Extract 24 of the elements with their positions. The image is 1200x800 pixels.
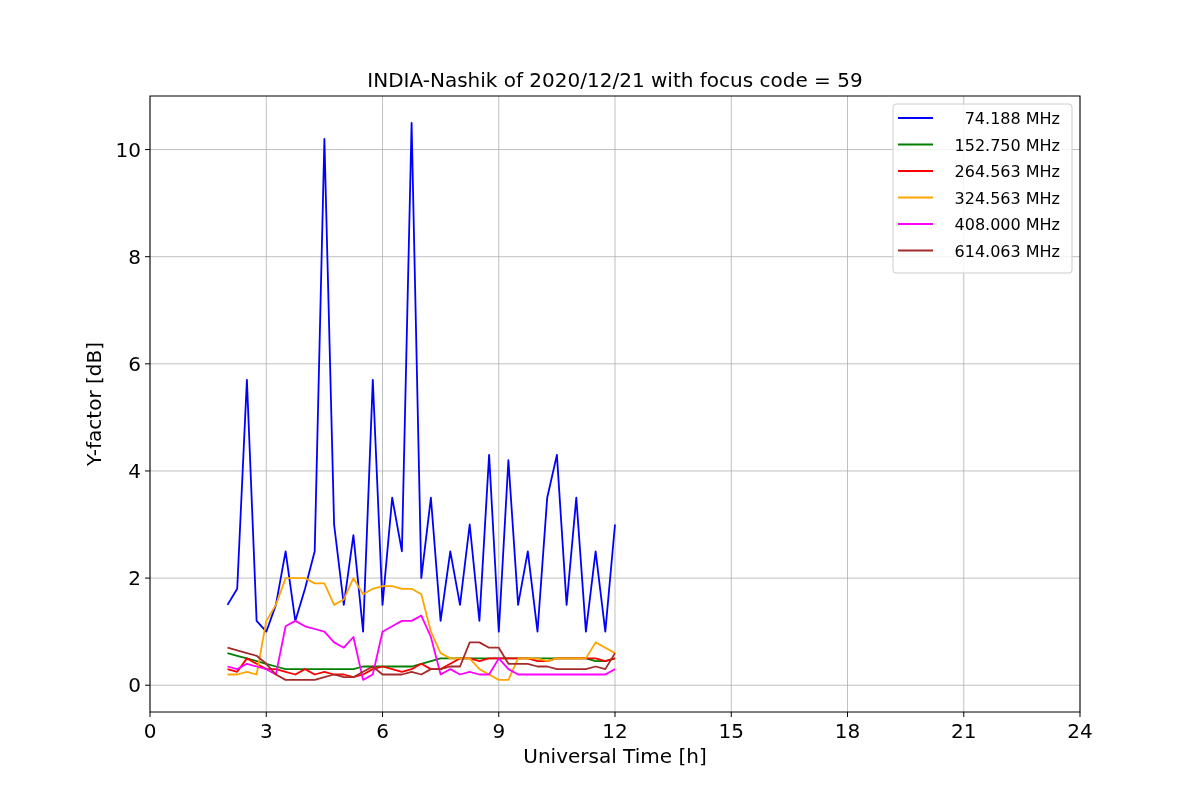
y-tick-label: 0 [128,673,141,698]
x-tick-label: 18 [834,719,861,743]
x-tick-label: 15 [718,719,744,743]
legend-label: 408.000 MHz [954,215,1060,234]
x-tick-label: 12 [602,719,628,743]
legend-label: 264.563 MHz [954,162,1060,181]
y-tick-label: 4 [128,458,141,483]
legend-label: 614.063 MHz [954,241,1060,261]
x-tick-label: 21 [951,719,977,743]
y-tick-label: 8 [128,244,141,269]
x-tick-label: 3 [259,719,273,743]
x-tick-label: 24 [1067,719,1093,743]
legend-label: 324.563 MHz [954,188,1060,208]
legend-label: 152.750 MHz [954,135,1060,155]
y-axis-label: Y-factor [dB] [82,342,106,466]
x-axis-label: Universal Time [h] [523,744,707,768]
x-tick-label: 0 [143,719,157,743]
y-tick-label: 10 [115,137,141,162]
legend-label: 74.188 MHz [964,109,1060,128]
y-tick-label: 6 [128,351,141,376]
x-tick-label: 9 [492,719,506,743]
chart-title: INDIA-Nashik of 2020/12/21 with focus code = 59 [367,68,863,92]
y-tick-label: 2 [128,566,141,591]
x-tick-label: 6 [376,719,389,743]
